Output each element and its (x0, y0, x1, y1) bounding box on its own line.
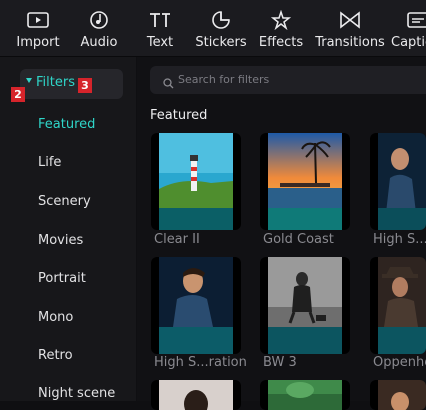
category-mono[interactable]: Mono (38, 310, 73, 325)
category-movies[interactable]: Movies (38, 233, 83, 248)
filter-thumb-clear-ii[interactable] (151, 133, 241, 230)
filter-thumb-oppenheimer[interactable] (370, 257, 426, 354)
category-portrait[interactable]: Portrait (38, 271, 86, 286)
filter-thumb-high-s-1[interactable] (370, 133, 426, 230)
filters-header-label: Filters (36, 75, 75, 90)
filter-thumb-gold-coast[interactable] (260, 133, 350, 230)
toolbar-import-label: Import (16, 35, 60, 50)
import-icon (27, 9, 49, 31)
category-retro[interactable]: Retro (38, 348, 73, 363)
category-night-scene[interactable]: Night scene (38, 386, 115, 401)
filter-name-high-s-ration: High S...ration (154, 355, 247, 370)
search-placeholder: Search for filters (178, 73, 270, 86)
filters-panel: Search for filters Featured Clear II Gol… (137, 57, 426, 410)
category-scenery[interactable]: Scenery (38, 194, 91, 209)
transitions-icon (339, 9, 361, 31)
audio-icon (89, 9, 109, 31)
toolbar-captions-label: Captio (391, 35, 426, 50)
toolbar-captions-button[interactable]: Captio (391, 0, 426, 56)
toolbar-stickers-label: Stickers (195, 35, 247, 50)
chevron-down-icon (26, 78, 32, 83)
annotation-badge-3: 3 (78, 78, 92, 93)
search-input[interactable]: Search for filters (150, 66, 426, 94)
toolbar-audio-label: Audio (80, 35, 118, 50)
effects-icon (270, 9, 292, 31)
filters-sidebar: Filters 2 3 Featured Life Scenery Movies… (0, 57, 136, 401)
toolbar-transitions-label: Transitions (315, 35, 385, 50)
toolbar-audio-button[interactable]: Audio (78, 0, 120, 56)
filter-thumb-high-s-ration[interactable] (151, 257, 241, 354)
search-icon (163, 74, 174, 93)
toolbar-stickers-button[interactable]: Stickers (194, 0, 248, 56)
toolbar-effects-label: Effects (258, 35, 304, 50)
toolbar-text-button[interactable]: Text (143, 0, 177, 56)
captions-icon (407, 9, 426, 31)
filter-thumb-row3-2[interactable] (260, 380, 350, 410)
toolbar-effects-button[interactable]: Effects (259, 0, 303, 56)
filter-thumb-row3-1[interactable] (151, 380, 241, 410)
filter-name-gold-coast: Gold Coast (263, 232, 334, 247)
category-featured[interactable]: Featured (38, 117, 95, 132)
top-toolbar: Import Audio Text Stickers Effects Trans… (0, 0, 426, 57)
filter-name-bw-3: BW 3 (263, 355, 297, 370)
section-title: Featured (150, 108, 208, 123)
filter-name-oppenheimer: Oppenhe (373, 355, 426, 370)
filters-header[interactable]: Filters (20, 69, 123, 99)
toolbar-transitions-button[interactable]: Transitions (315, 0, 385, 56)
text-icon (148, 9, 172, 31)
category-life[interactable]: Life (38, 155, 61, 170)
filter-thumb-bw-3[interactable] (260, 257, 350, 354)
stickers-icon (211, 9, 231, 31)
annotation-badge-2: 2 (11, 87, 25, 102)
toolbar-import-button[interactable]: Import (15, 0, 61, 56)
toolbar-text-label: Text (146, 35, 174, 50)
filter-name-high-s-1: High S... (373, 232, 426, 247)
filter-thumb-row3-3[interactable] (370, 380, 426, 410)
filter-name-clear-ii: Clear II (154, 232, 200, 247)
